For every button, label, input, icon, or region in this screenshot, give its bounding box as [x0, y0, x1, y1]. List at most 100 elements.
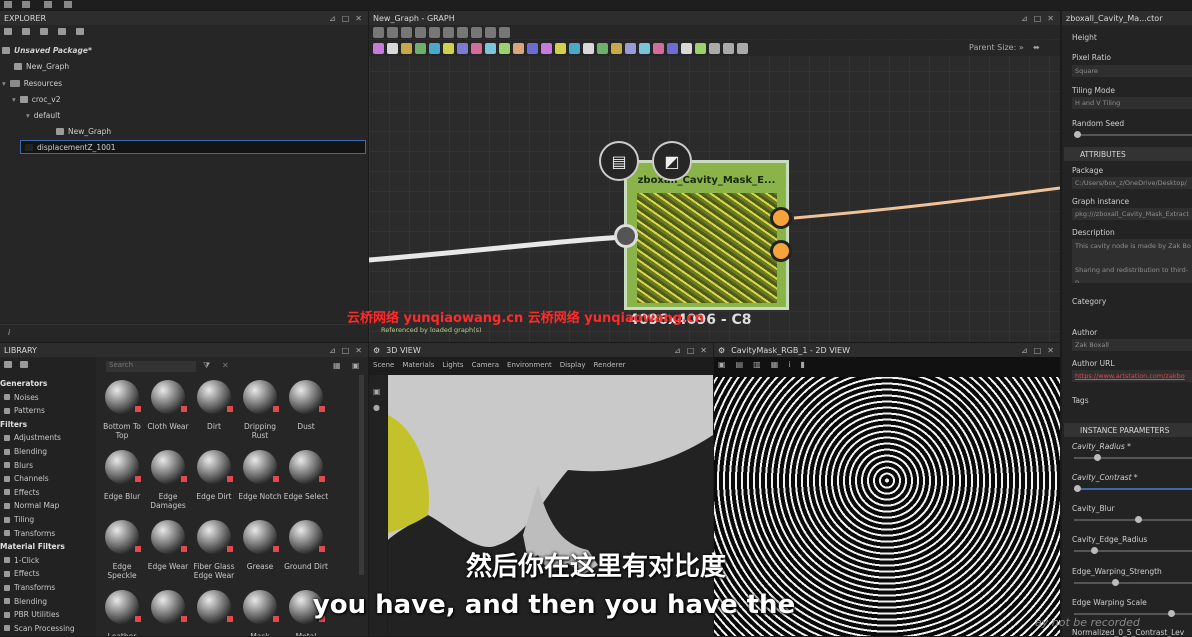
- info-icon[interactable]: i: [788, 360, 790, 369]
- light-icon[interactable]: ●: [373, 403, 380, 412]
- category-item[interactable]: Normal Map: [4, 499, 59, 512]
- distribute-icon[interactable]: [443, 26, 454, 38]
- node-type-icon[interactable]: [625, 42, 636, 54]
- pin-icon[interactable]: ⊿: [1021, 14, 1028, 23]
- view3d-menu-item[interactable]: Renderer: [594, 361, 626, 369]
- fit-icon[interactable]: [387, 26, 398, 38]
- clear-filter-icon[interactable]: ✕: [222, 361, 229, 370]
- node-type-icon[interactable]: [429, 42, 440, 54]
- node-type-icon[interactable]: [457, 42, 468, 54]
- node-type-icon[interactable]: [653, 42, 664, 54]
- slider-knob[interactable]: [1074, 131, 1081, 138]
- pin-icon[interactable]: ⊿: [329, 346, 336, 355]
- view3d-menu-item[interactable]: Materials: [402, 361, 434, 369]
- pin-node-icon[interactable]: [499, 26, 510, 38]
- close-icon[interactable]: ✕: [355, 14, 362, 23]
- close-icon[interactable]: ✕: [1047, 346, 1054, 355]
- search-icon[interactable]: [415, 26, 426, 38]
- param-slider[interactable]: [1074, 516, 1192, 523]
- category-item[interactable]: Effects: [4, 486, 40, 499]
- category-item[interactable]: Channels: [4, 472, 49, 485]
- filter-icon[interactable]: ⧩: [203, 361, 210, 371]
- chevron-down-icon[interactable]: ▾: [2, 79, 6, 88]
- camera-icon[interactable]: [401, 26, 412, 38]
- maximize-icon[interactable]: □: [687, 346, 695, 355]
- category-item[interactable]: Blending: [4, 445, 47, 458]
- category-item[interactable]: Transforms: [4, 527, 55, 540]
- node-input-pin[interactable]: [614, 224, 638, 248]
- library-settings-icon[interactable]: ▣: [352, 361, 360, 370]
- histogram-icon[interactable]: ▮: [800, 360, 804, 369]
- category-item[interactable]: Blurs: [4, 459, 33, 472]
- grid-icon[interactable]: [4, 361, 12, 368]
- info-icon[interactable]: [22, 28, 30, 35]
- node-type-icon[interactable]: [387, 42, 398, 54]
- save-icon[interactable]: [22, 1, 30, 8]
- grid-icon[interactable]: ▦: [771, 360, 779, 369]
- close-icon[interactable]: ✕: [700, 346, 707, 355]
- more-options-icon[interactable]: ⬌: [1033, 43, 1040, 52]
- gear-icon[interactable]: ⚙: [718, 346, 725, 355]
- info-icon[interactable]: i: [8, 328, 10, 337]
- menu-icon[interactable]: [4, 1, 12, 8]
- view3d-menu-item[interactable]: Scene: [373, 361, 394, 369]
- node-type-icon[interactable]: [373, 42, 384, 54]
- frame-node-icon[interactable]: [485, 26, 496, 38]
- slider-knob[interactable]: [1074, 485, 1081, 492]
- node-type-icon[interactable]: [695, 42, 706, 54]
- node-type-icon[interactable]: [583, 42, 594, 54]
- gear-icon[interactable]: [4, 28, 12, 35]
- category-header[interactable]: Filters: [0, 418, 27, 431]
- document-icon[interactable]: ▤: [599, 141, 639, 181]
- category-item[interactable]: Noises: [4, 391, 39, 404]
- node-type-icon[interactable]: [485, 42, 496, 54]
- attributes-section[interactable]: ATTRIBUTES: [1064, 147, 1192, 161]
- node-type-icon[interactable]: [443, 42, 454, 54]
- graph-node[interactable]: zboxall_Cavity_Mask_E...: [624, 160, 789, 310]
- view3d-menu-item[interactable]: Display: [560, 361, 586, 369]
- author-url-link[interactable]: https://www.artstation.com/zakbo: [1072, 370, 1192, 382]
- link-icon[interactable]: [457, 26, 468, 38]
- slider-knob[interactable]: [1135, 516, 1143, 523]
- checker-icon[interactable]: ◩: [652, 141, 692, 181]
- node-type-icon[interactable]: [597, 42, 608, 54]
- category-header[interactable]: Generators: [0, 377, 47, 390]
- close-icon[interactable]: ✕: [1047, 14, 1054, 23]
- tree-item-selected[interactable]: displacementZ_1001: [20, 140, 366, 154]
- material-thumbnail[interactable]: [151, 450, 185, 484]
- author-field[interactable]: Zak Boxall: [1072, 339, 1192, 351]
- random-seed-slider[interactable]: [1074, 131, 1192, 138]
- pin-icon[interactable]: ⊿: [1021, 346, 1028, 355]
- node-type-icon[interactable]: [415, 42, 426, 54]
- slider-knob[interactable]: [1093, 454, 1101, 461]
- category-item[interactable]: Scan Processing: [4, 622, 75, 635]
- tree-item-subgraph[interactable]: New_Graph: [56, 124, 111, 138]
- camera-icon[interactable]: ▣: [373, 387, 381, 396]
- material-thumbnail[interactable]: [289, 450, 323, 484]
- tree-item-default[interactable]: ▾ default: [26, 108, 60, 122]
- node-type-icon[interactable]: [527, 42, 538, 54]
- maximize-icon[interactable]: □: [342, 346, 350, 355]
- package-path[interactable]: C:/Users/box_z/OneDrive/Desktop/: [1072, 177, 1192, 189]
- view3d-menu-item[interactable]: Lights: [442, 361, 463, 369]
- tree-item-croc[interactable]: ▾ croc_v2: [12, 92, 60, 106]
- maximize-icon[interactable]: □: [342, 14, 350, 23]
- category-item[interactable]: Patterns: [4, 404, 45, 417]
- category-item[interactable]: Adjustments: [4, 431, 61, 444]
- tree-item-resources[interactable]: ▾ Resources: [2, 76, 62, 90]
- material-thumbnail[interactable]: [197, 450, 231, 484]
- view-mode-icon[interactable]: ▦: [333, 361, 341, 370]
- chevron-down-icon[interactable]: ▾: [26, 111, 30, 120]
- tree-item-package[interactable]: Unsaved Package*: [2, 43, 92, 57]
- view3d-menu-item[interactable]: Environment: [507, 361, 552, 369]
- save-icon[interactable]: ▣: [718, 360, 726, 369]
- view3d-menu-item[interactable]: Camera: [472, 361, 499, 369]
- copy-icon[interactable]: [76, 28, 84, 35]
- maximize-icon[interactable]: □: [1034, 14, 1042, 23]
- node-type-icon[interactable]: [569, 42, 580, 54]
- node-type-icon[interactable]: [667, 42, 678, 54]
- node-type-icon[interactable]: [681, 42, 692, 54]
- param-slider[interactable]: [1074, 454, 1192, 461]
- node-type-icon[interactable]: [471, 42, 482, 54]
- comment-icon[interactable]: [471, 26, 482, 38]
